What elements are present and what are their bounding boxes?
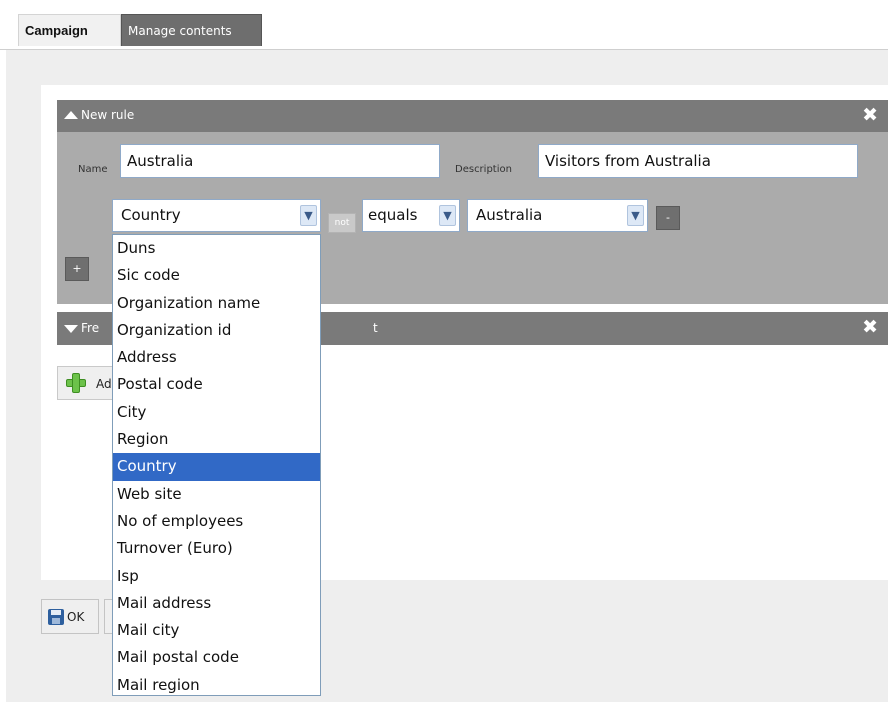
dropdown-option[interactable]: Mail postal code <box>113 644 320 671</box>
dropdown-option[interactable]: Region <box>113 426 320 453</box>
dropdown-option[interactable]: Sic code <box>113 262 320 289</box>
field-dropdown-list[interactable]: Duns Sic code Organization name Organiza… <box>112 234 321 696</box>
second-panel-title-end: t <box>373 321 378 335</box>
description-label: Description <box>455 164 512 175</box>
name-label: Name <box>78 164 108 175</box>
dropdown-option[interactable]: Mail address <box>113 590 320 617</box>
not-toggle[interactable]: not <box>328 213 356 233</box>
field-select-value: Country <box>121 206 181 224</box>
chevron-down-icon[interactable]: ▼ <box>627 205 644 226</box>
expand-arrow-icon[interactable] <box>64 325 78 333</box>
dropdown-option[interactable]: Web site <box>113 481 320 508</box>
second-panel-title: Fre <box>81 321 100 335</box>
close-icon[interactable]: ✖ <box>862 316 878 338</box>
remove-condition-button[interactable]: - <box>656 206 680 230</box>
ok-button[interactable]: OK <box>41 599 99 634</box>
dropdown-option[interactable]: Turnover (Euro) <box>113 535 320 562</box>
rule-panel-header[interactable]: New rule ✖ <box>57 100 888 132</box>
dropdown-option-selected[interactable]: Country <box>113 453 320 481</box>
dropdown-option[interactable]: Postal code <box>113 371 320 398</box>
dropdown-option[interactable]: Organization name <box>113 290 320 317</box>
dropdown-option[interactable]: Mail region <box>113 672 320 699</box>
add-condition-button[interactable]: + <box>65 257 89 281</box>
close-icon[interactable]: ✖ <box>862 104 878 126</box>
rule-panel-title: New rule <box>81 108 135 122</box>
dropdown-option[interactable]: Mail city <box>113 617 320 644</box>
dropdown-option[interactable]: No of employees <box>113 508 320 535</box>
value-select[interactable]: Australia ▼ <box>467 199 648 232</box>
chevron-down-icon[interactable]: ▼ <box>300 205 317 226</box>
dropdown-option[interactable]: City <box>113 399 320 426</box>
tab-campaign[interactable]: Campaign <box>18 14 121 46</box>
ok-label: OK <box>67 610 85 624</box>
add-rule-label: Ad <box>96 377 112 391</box>
tab-manage-contents[interactable]: Manage contents <box>121 14 262 46</box>
dropdown-option[interactable]: Organization id <box>113 317 320 344</box>
operator-select-value: equals <box>368 206 418 224</box>
name-input[interactable]: Australia <box>120 144 440 178</box>
collapse-arrow-icon[interactable] <box>64 111 78 119</box>
dropdown-option[interactable]: Duns <box>113 235 320 262</box>
description-input[interactable]: Visitors from Australia <box>538 144 858 178</box>
dropdown-option[interactable]: Isp <box>113 563 320 590</box>
field-select[interactable]: Country ▼ <box>112 199 321 232</box>
value-select-value: Australia <box>476 206 543 224</box>
operator-select[interactable]: equals ▼ <box>362 199 460 232</box>
tab-bar: Campaign Manage contents <box>0 0 888 50</box>
save-icon <box>48 609 64 625</box>
add-icon <box>66 373 86 393</box>
dropdown-option[interactable]: Address <box>113 344 320 371</box>
chevron-down-icon[interactable]: ▼ <box>439 205 456 226</box>
add-rule-button[interactable]: Ad <box>57 366 119 400</box>
